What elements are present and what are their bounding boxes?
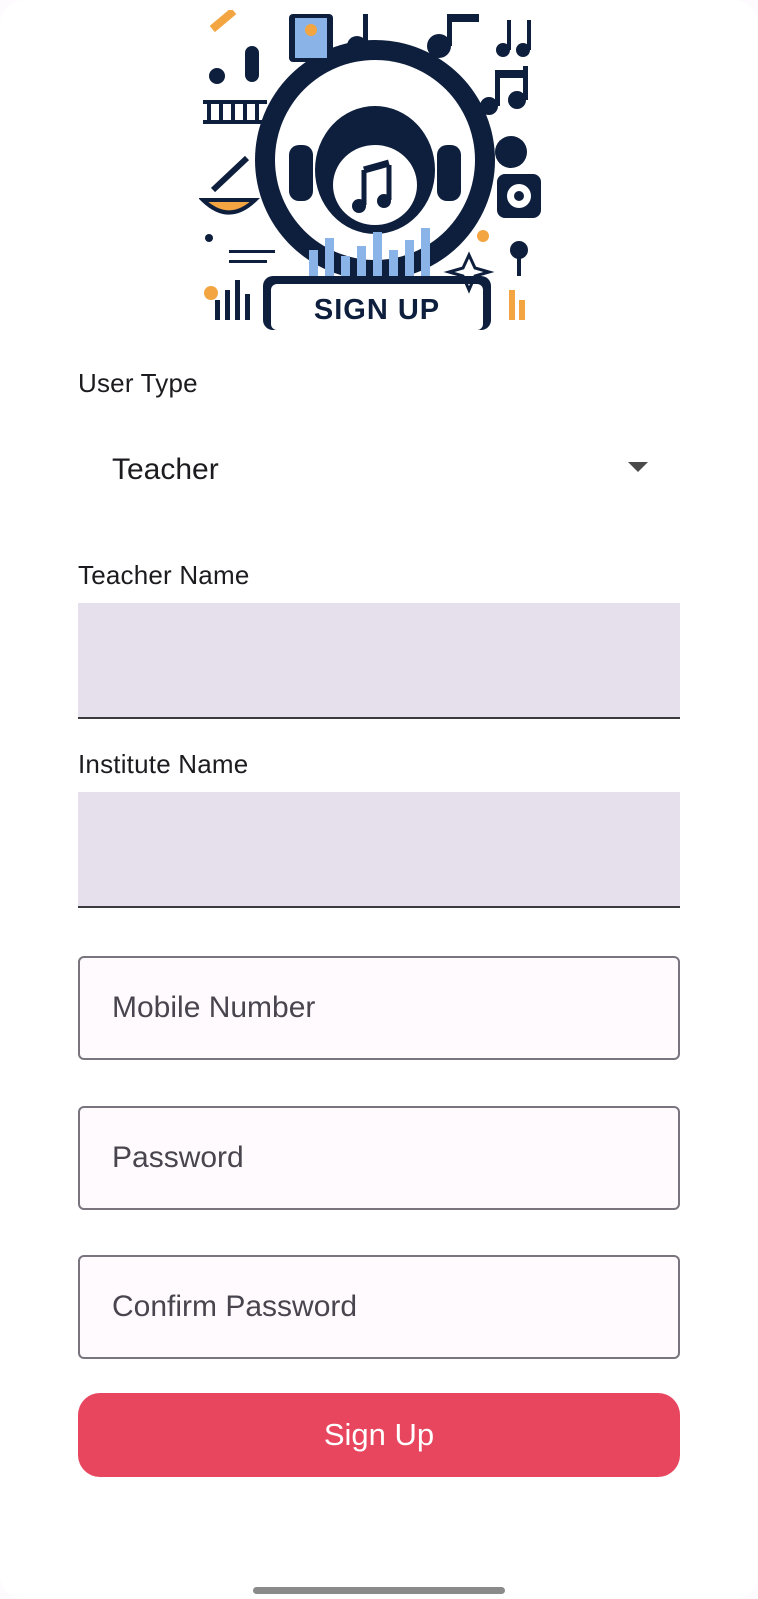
dropdown-caret-icon <box>628 462 648 472</box>
user-type-label: User Type <box>78 368 198 398</box>
password-field[interactable] <box>78 1106 680 1210</box>
mobile-number-input[interactable] <box>80 958 678 1058</box>
confirm-password-field[interactable] <box>78 1255 680 1359</box>
mobile-number-field[interactable] <box>78 956 680 1060</box>
password-input[interactable] <box>80 1108 678 1208</box>
institute-name-field[interactable] <box>78 792 680 908</box>
sign-up-button[interactable]: Sign Up <box>78 1393 680 1477</box>
music-headphones-illustration: SIGN UP <box>199 10 541 330</box>
institute-name-input[interactable] <box>78 792 680 906</box>
signup-screen: SIGN UP User Type Teacher Teacher Name I… <box>0 0 758 1599</box>
user-type-dropdown[interactable]: Teacher <box>78 440 680 500</box>
signup-hero-illustration: SIGN UP <box>199 10 551 330</box>
institute-name-label: Institute Name <box>78 749 249 779</box>
teacher-name-label: Teacher Name <box>78 560 250 590</box>
user-type-selected-value: Teacher <box>112 453 219 486</box>
teacher-name-input[interactable] <box>78 603 680 717</box>
teacher-name-field[interactable] <box>78 603 680 719</box>
confirm-password-input[interactable] <box>80 1257 678 1357</box>
hero-caption: SIGN UP <box>314 294 440 326</box>
home-indicator[interactable] <box>253 1587 505 1594</box>
